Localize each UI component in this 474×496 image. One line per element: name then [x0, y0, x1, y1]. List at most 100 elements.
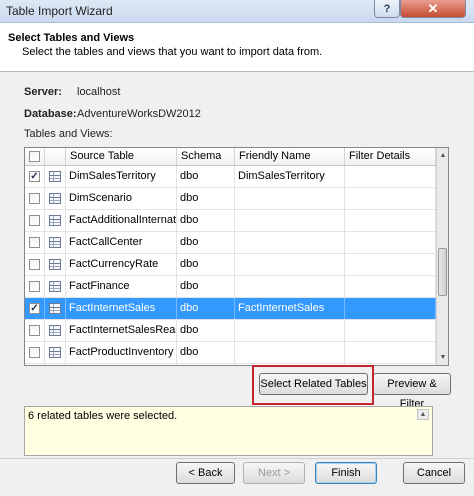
- table-row[interactable]: FactCallCenter dbo: [25, 232, 436, 254]
- friendly-name-cell[interactable]: [235, 232, 345, 253]
- row-checkbox[interactable]: [29, 325, 40, 336]
- filter-details-cell[interactable]: [345, 166, 436, 187]
- icon-cell: [45, 166, 66, 187]
- source-table-cell[interactable]: DimScenario: [66, 188, 177, 209]
- row-checkbox[interactable]: [29, 281, 40, 292]
- schema-cell[interactable]: dbo: [177, 188, 235, 209]
- scrollbar-thumb[interactable]: [438, 248, 447, 296]
- scroll-up-arrow-icon[interactable]: ▲: [437, 148, 448, 163]
- column-header-schema[interactable]: Schema: [177, 148, 235, 165]
- schema-cell[interactable]: dbo: [177, 232, 235, 253]
- schema-cell[interactable]: dbo: [177, 342, 235, 363]
- schema-cell[interactable]: dbo: [177, 254, 235, 275]
- table-row[interactable]: FactProductInventory dbo: [25, 342, 436, 364]
- preview-filter-button[interactable]: Preview & Filter: [373, 373, 451, 410]
- column-header-filter-details[interactable]: Filter Details: [345, 148, 436, 165]
- column-header-friendly-name[interactable]: Friendly Name: [235, 148, 345, 165]
- filter-details-cell[interactable]: [345, 254, 436, 275]
- schema-cell[interactable]: dbo: [177, 166, 235, 187]
- help-button[interactable]: ?: [374, 0, 400, 18]
- table-row[interactable]: ✓ DimSalesTerritory dbo DimSalesTerritory: [25, 166, 436, 188]
- database-label: Database:: [24, 108, 77, 120]
- table-row[interactable]: DimScenario dbo: [25, 188, 436, 210]
- status-message: 6 related tables were selected.: [28, 410, 178, 422]
- checkbox-cell[interactable]: [25, 342, 45, 363]
- friendly-name-cell[interactable]: FactInternetSales: [235, 298, 345, 319]
- row-checkbox[interactable]: [29, 347, 40, 358]
- checkbox-cell[interactable]: [25, 276, 45, 297]
- source-table-cell[interactable]: FactFinance: [66, 276, 177, 297]
- table-row[interactable]: FactFinance dbo: [25, 276, 436, 298]
- friendly-name-cell[interactable]: [235, 320, 345, 341]
- scroll-down-arrow-icon[interactable]: ▼: [437, 350, 448, 365]
- cancel-button[interactable]: Cancel: [403, 462, 465, 484]
- server-label: Server:: [24, 86, 62, 98]
- friendly-name-cell[interactable]: [235, 254, 345, 275]
- filter-details-cell[interactable]: [345, 298, 436, 319]
- table-row[interactable]: ✓ FactInternetSales dbo FactInternetSales: [25, 298, 436, 320]
- database-value: AdventureWorksDW2012: [77, 108, 201, 120]
- checkbox-cell[interactable]: [25, 232, 45, 253]
- source-table-cell[interactable]: FactResellerSales: [66, 364, 177, 365]
- checkbox-cell[interactable]: [25, 320, 45, 341]
- tables-grid[interactable]: Source Table Schema Friendly Name Filter…: [24, 147, 449, 366]
- row-checkbox[interactable]: [29, 237, 40, 248]
- select-all-cell[interactable]: [25, 148, 45, 165]
- table-row[interactable]: FactInternetSalesReas...dbo: [25, 320, 436, 342]
- row-checkbox[interactable]: [29, 259, 40, 270]
- back-button[interactable]: < Back: [176, 462, 235, 484]
- footer-divider: [0, 458, 474, 459]
- checkbox-cell[interactable]: ✓: [25, 298, 45, 319]
- checkbox-cell[interactable]: [25, 188, 45, 209]
- source-table-cell[interactable]: FactInternetSales: [66, 298, 177, 319]
- source-table-cell[interactable]: DimSalesTerritory: [66, 166, 177, 187]
- finish-button[interactable]: Finish: [315, 462, 377, 484]
- filter-details-cell[interactable]: [345, 232, 436, 253]
- source-table-cell[interactable]: FactInternetSalesReas...: [66, 320, 177, 341]
- table-row[interactable]: FactAdditionalInternati... dbo: [25, 210, 436, 232]
- row-checkbox[interactable]: [29, 215, 40, 226]
- schema-cell[interactable]: dbo: [177, 298, 235, 319]
- checkbox-cell[interactable]: ✓: [25, 166, 45, 187]
- filter-details-cell[interactable]: [345, 320, 436, 341]
- checkbox-cell[interactable]: [25, 364, 45, 365]
- next-button[interactable]: Next >: [243, 462, 305, 484]
- filter-details-cell[interactable]: [345, 342, 436, 363]
- icon-cell: [45, 342, 66, 363]
- friendly-name-cell[interactable]: [235, 342, 345, 363]
- select-all-checkbox[interactable]: [29, 151, 40, 162]
- table-row[interactable]: FactResellerSalesdbo: [25, 364, 436, 365]
- page-subtitle: Select the tables and views that you wan…: [22, 46, 323, 58]
- row-checkbox[interactable]: ✓: [29, 171, 40, 182]
- status-message-box: 6 related tables were selected. ▲: [24, 406, 433, 456]
- filter-details-cell[interactable]: [345, 188, 436, 209]
- schema-cell[interactable]: dbo: [177, 210, 235, 231]
- message-scroll-up-icon[interactable]: ▲: [417, 409, 429, 420]
- source-table-cell[interactable]: FactProductInventory: [66, 342, 177, 363]
- row-checkbox[interactable]: ✓: [29, 303, 40, 314]
- schema-cell[interactable]: dbo: [177, 276, 235, 297]
- friendly-name-cell[interactable]: [235, 210, 345, 231]
- close-button[interactable]: ✕: [400, 0, 466, 18]
- source-table-cell[interactable]: FactCallCenter: [66, 232, 177, 253]
- source-table-cell[interactable]: FactAdditionalInternati...: [66, 210, 177, 231]
- grid-header: Source Table Schema Friendly Name Filter…: [25, 148, 436, 166]
- filter-details-cell[interactable]: [345, 276, 436, 297]
- checkbox-cell[interactable]: [25, 254, 45, 275]
- column-header-source-table[interactable]: Source Table: [66, 148, 177, 165]
- source-table-cell[interactable]: FactCurrencyRate: [66, 254, 177, 275]
- friendly-name-cell[interactable]: [235, 276, 345, 297]
- table-icon: [49, 215, 61, 226]
- server-value: localhost: [77, 86, 121, 98]
- filter-details-cell[interactable]: [345, 210, 436, 231]
- row-checkbox[interactable]: [29, 193, 40, 204]
- icon-column-header: [45, 148, 66, 165]
- friendly-name-cell[interactable]: DimSalesTerritory: [235, 166, 345, 187]
- vertical-scrollbar[interactable]: ▲ ▼: [436, 148, 448, 365]
- table-row[interactable]: FactCurrencyRate dbo: [25, 254, 436, 276]
- friendly-name-cell[interactable]: [235, 188, 345, 209]
- checkbox-cell[interactable]: [25, 210, 45, 231]
- schema-cell[interactable]: dbo: [177, 320, 235, 341]
- select-related-highlight: [252, 365, 374, 405]
- schema-cell[interactable]: dbo: [177, 364, 235, 365]
